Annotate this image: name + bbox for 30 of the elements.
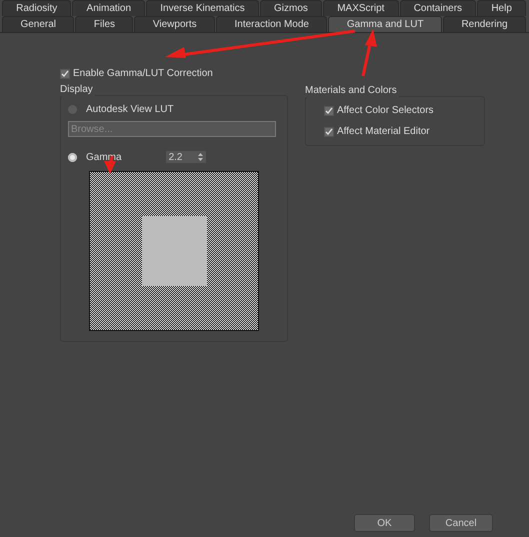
dialog-button[interactable]: OK [354,514,415,532]
dialog-button[interactable]: Cancel [429,514,493,532]
tab[interactable]: Files [75,16,134,32]
tab[interactable]: Containers [400,0,476,16]
group-title: Display [60,84,95,96]
radio-label: Autodesk View LUT [86,104,174,115]
tab[interactable]: Inverse Kinematics [146,0,259,16]
tab[interactable]: Interaction Mode [216,16,328,32]
checkbox[interactable] [324,106,334,116]
checkbox[interactable] [60,68,70,78]
group-title: Materials and Colors [305,85,399,97]
checkbox-label: Enable Gamma/LUT Correction [73,68,213,79]
solid-square [142,216,206,286]
annotation-arrow [362,29,377,76]
tab[interactable]: Radiosity [2,0,72,16]
tab[interactable]: Help [477,0,526,16]
tab[interactable]: MAXScript [323,0,399,16]
tab[interactable]: Gizmos [260,0,322,16]
tab[interactable]: Viewports [134,16,216,32]
checkbox-label: Affect Material Editor [337,126,430,137]
radio-label: Gamma [86,152,122,162]
tab[interactable]: Gamma and LUT [328,16,442,32]
spinner-arrows-icon[interactable] [198,153,203,161]
tab[interactable]: Rendering [443,16,526,32]
gamma-spinner[interactable]: 2.2 [166,151,206,163]
tab[interactable]: Animation [72,0,146,16]
checkbox-label: Affect Color Selectors [337,105,434,116]
radio-button[interactable] [68,152,77,162]
tab[interactable]: General [2,16,74,32]
checkbox[interactable] [324,126,334,136]
